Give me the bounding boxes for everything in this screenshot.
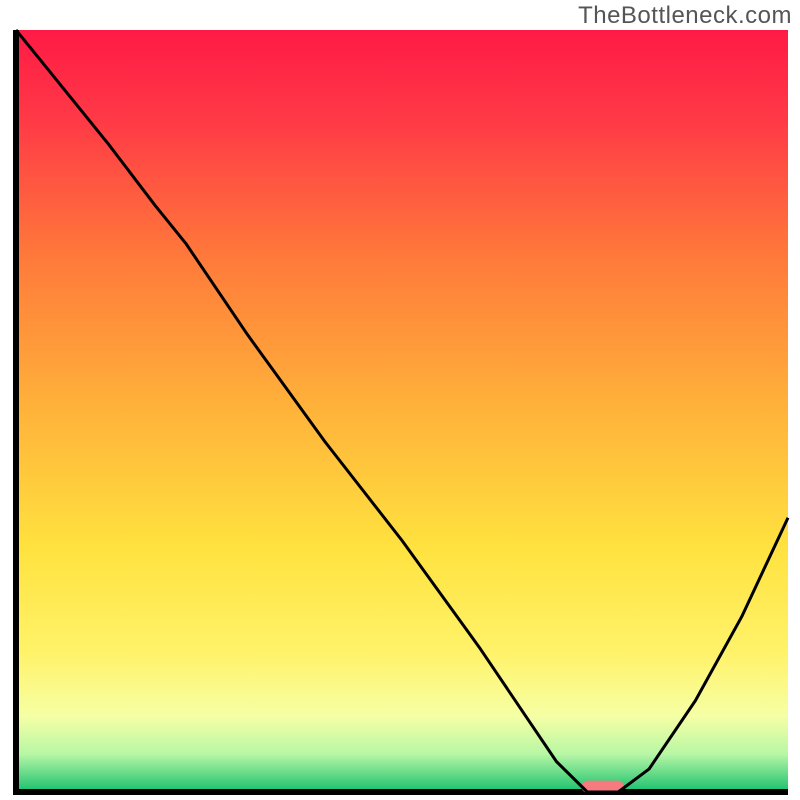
watermark-text: TheBottleneck.com (578, 2, 792, 30)
plot-background (16, 30, 788, 792)
chart-svg (0, 0, 800, 800)
bottleneck-chart: TheBottleneck.com (0, 0, 800, 800)
